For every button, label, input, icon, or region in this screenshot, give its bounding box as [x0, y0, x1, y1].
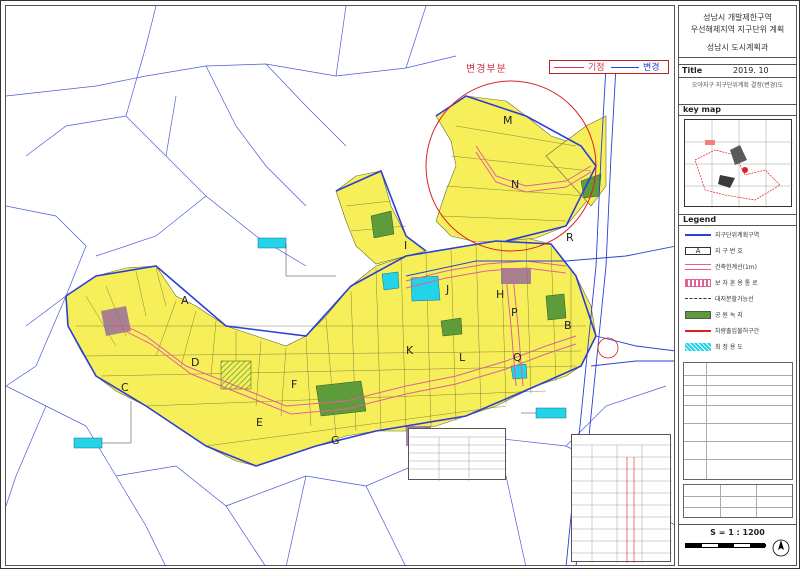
changed-part-label: 변경부분	[466, 64, 507, 75]
zone-label: P	[511, 306, 518, 319]
title-panel: 성남시 개발제한구역 우선해제지역 지구단위 계획 성남시 도시계획과 Titl…	[678, 5, 797, 566]
zone-label: B	[564, 319, 572, 332]
legend-item: 보 차 혼 용 통 로	[683, 278, 795, 289]
legend-swatch	[685, 234, 711, 236]
new-line-swatch	[611, 67, 639, 68]
inset-table-grid	[572, 444, 672, 563]
signature-block	[683, 484, 793, 518]
drawing-sheet: M N I J H B A C D E F G K L P Q R 변경부분 기…	[0, 0, 800, 569]
zone-label: F	[291, 378, 298, 391]
zone-label: I	[404, 239, 408, 252]
legend-item: 지구단위계획구역	[683, 230, 795, 241]
drawing-subtitle: 오야지구 지구단위계획 결정(변경)도	[691, 82, 784, 89]
decision-table	[683, 362, 793, 480]
north-arrow-icon	[772, 539, 790, 557]
legend-item: 최 정 용 도	[683, 342, 795, 353]
title-date: 2019. 10	[733, 66, 769, 75]
scale-block: S = 1 : 1200	[679, 524, 796, 565]
scale-text: S = 1 : 1200	[710, 528, 765, 537]
legend-item: A 지 구 번 호	[683, 246, 795, 257]
zone-label: C	[121, 381, 129, 394]
legend-swatch	[685, 279, 711, 287]
legend-item: 대지분할가능선	[683, 294, 795, 305]
legend-label: 공 원 녹 지	[715, 312, 743, 319]
zone-label: E	[256, 416, 263, 429]
hatched-park	[220, 360, 252, 390]
zone-label: J	[446, 283, 450, 296]
zone-label: A	[181, 294, 189, 307]
zone-summary-table	[408, 428, 507, 481]
legend-swatch: A	[685, 247, 711, 255]
inset-table	[571, 434, 672, 563]
title-block: 성남시 개발제한구역 우선해제지역 지구단위 계획 성남시 도시계획과	[679, 6, 796, 58]
legend-label: 최 정 용 도	[715, 344, 743, 351]
legend-item: 공 원 녹 지	[683, 310, 795, 321]
legend-heading: Legend	[679, 214, 796, 226]
zone-label: K	[406, 344, 414, 357]
title-line-3: 성남시 도시계획과	[706, 43, 769, 52]
scale-bar	[685, 543, 766, 548]
zone-summary-grid	[409, 436, 507, 481]
old-label: 기정	[588, 63, 605, 73]
legend-swatch	[685, 311, 711, 319]
zone-label: M	[503, 114, 513, 127]
zone-label: D	[191, 356, 200, 369]
old-line-swatch	[554, 67, 584, 68]
title-line-2: 우선해제지역 지구단위 계획	[690, 25, 785, 34]
legend-swatch	[685, 264, 711, 270]
legend-swatch	[685, 330, 711, 332]
map-canvas[interactable]: M N I J H B A C D E F G K L P Q R	[5, 5, 675, 566]
legend-swatch	[685, 298, 711, 299]
change-circle-small	[597, 337, 619, 359]
title-line-1: 성남시 개발제한구역	[703, 13, 772, 22]
zone-label: Q	[513, 351, 522, 364]
legend-label: 건축한계선(1m)	[715, 264, 757, 271]
legend-label: 지구단위계획구역	[715, 232, 760, 239]
legend-label: 보 차 혼 용 통 로	[715, 280, 758, 287]
title-row: Title 2019. 10	[679, 64, 796, 78]
keymap	[684, 119, 793, 208]
legend-item: 건축한계선(1m)	[683, 262, 795, 273]
legend-label: 차량출입불허구간	[715, 328, 760, 335]
change-legend: 변경부분 기정 변경	[11, 59, 671, 77]
zone-label: L	[459, 351, 466, 364]
zone-label: N	[511, 178, 520, 191]
keymap-heading: key map	[679, 104, 796, 116]
legend-label: 지 구 번 호	[715, 248, 743, 255]
legend-label: 대지분할가능선	[715, 296, 754, 303]
new-label: 변경	[643, 63, 660, 73]
keymap-svg	[685, 120, 793, 208]
title-label: Title	[682, 66, 703, 75]
zone-label: G	[331, 434, 340, 447]
legend-item: 차량출입불허구간	[683, 326, 795, 337]
zone-label: H	[496, 288, 505, 301]
legend-swatch	[685, 343, 711, 351]
zone-label: R	[566, 231, 574, 244]
